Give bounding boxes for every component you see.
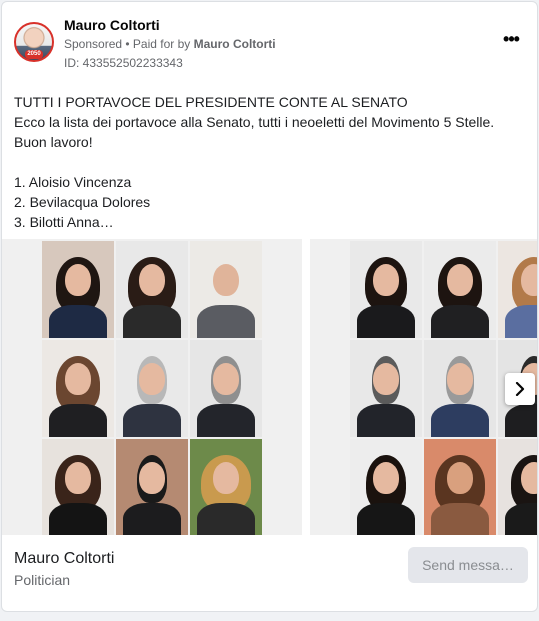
- ad-id: ID: 433552502233343: [64, 56, 183, 70]
- portrait-photo: [350, 340, 422, 437]
- post-body-text: TUTTI I PORTAVOCE DEL PRESIDENTE CONTE A…: [14, 92, 523, 232]
- sponsored-post-card: 2050 Mauro Coltorti Sponsored • Paid for…: [1, 1, 538, 612]
- portrait-photo: [116, 241, 188, 338]
- body-line: [14, 152, 523, 172]
- image-carousel[interactable]: [2, 239, 537, 535]
- portrait-photo: [350, 439, 422, 535]
- portrait-photo: [350, 241, 422, 338]
- avatar-badge: 2050: [25, 50, 43, 59]
- body-line: Ecco la lista dei portavoce alla Senato,…: [14, 114, 495, 130]
- page-name-link[interactable]: Mauro Coltorti: [64, 17, 160, 33]
- portrait-photo: [116, 439, 188, 535]
- portrait-grid: [42, 241, 262, 535]
- sponsored-line: Sponsored • Paid for by Mauro Coltorti: [64, 37, 276, 51]
- send-message-button[interactable]: Send messa…: [408, 547, 528, 583]
- more-options-button[interactable]: •••: [499, 30, 523, 54]
- carousel-next-button[interactable]: [505, 373, 535, 405]
- more-horizontal-icon: •••: [503, 29, 520, 49]
- footer-page-name[interactable]: Mauro Coltorti: [14, 550, 114, 568]
- sponsored-label: Sponsored: [64, 37, 123, 51]
- carousel-slide-1[interactable]: [2, 239, 302, 535]
- portrait-photo: [116, 340, 188, 437]
- post-footer: Mauro Coltorti Politician Send messa…: [2, 535, 537, 595]
- body-line: 3. Bilotti Anna…: [14, 214, 114, 230]
- portrait-photo: [498, 241, 537, 338]
- paid-for-name[interactable]: Mauro Coltorti: [194, 37, 276, 51]
- chevron-right-icon: [515, 382, 525, 396]
- portrait-photo: [424, 241, 496, 338]
- page-avatar[interactable]: 2050: [14, 22, 54, 62]
- body-line: 1. Aloisio Vincenza: [14, 174, 132, 190]
- portrait-photo: [190, 340, 262, 437]
- post-header: 2050 Mauro Coltorti Sponsored • Paid for…: [14, 16, 525, 72]
- portrait-photo: [190, 241, 262, 338]
- portrait-photo: [190, 439, 262, 535]
- portrait-photo: [424, 340, 496, 437]
- body-line: TUTTI I PORTAVOCE DEL PRESIDENTE CONTE A…: [14, 94, 408, 110]
- portrait-photo: [42, 439, 114, 535]
- portrait-photo: [42, 340, 114, 437]
- portrait-photo: [424, 439, 496, 535]
- body-line: Buon lavoro!: [14, 134, 93, 150]
- portrait-photo: [498, 439, 537, 535]
- paid-for-prefix: • Paid for by: [122, 37, 194, 51]
- body-line: 2. Bevilacqua Dolores: [14, 194, 151, 210]
- carousel-slide-2[interactable]: [310, 239, 537, 535]
- footer-page-category: Politician: [14, 572, 71, 588]
- portrait-photo: [42, 241, 114, 338]
